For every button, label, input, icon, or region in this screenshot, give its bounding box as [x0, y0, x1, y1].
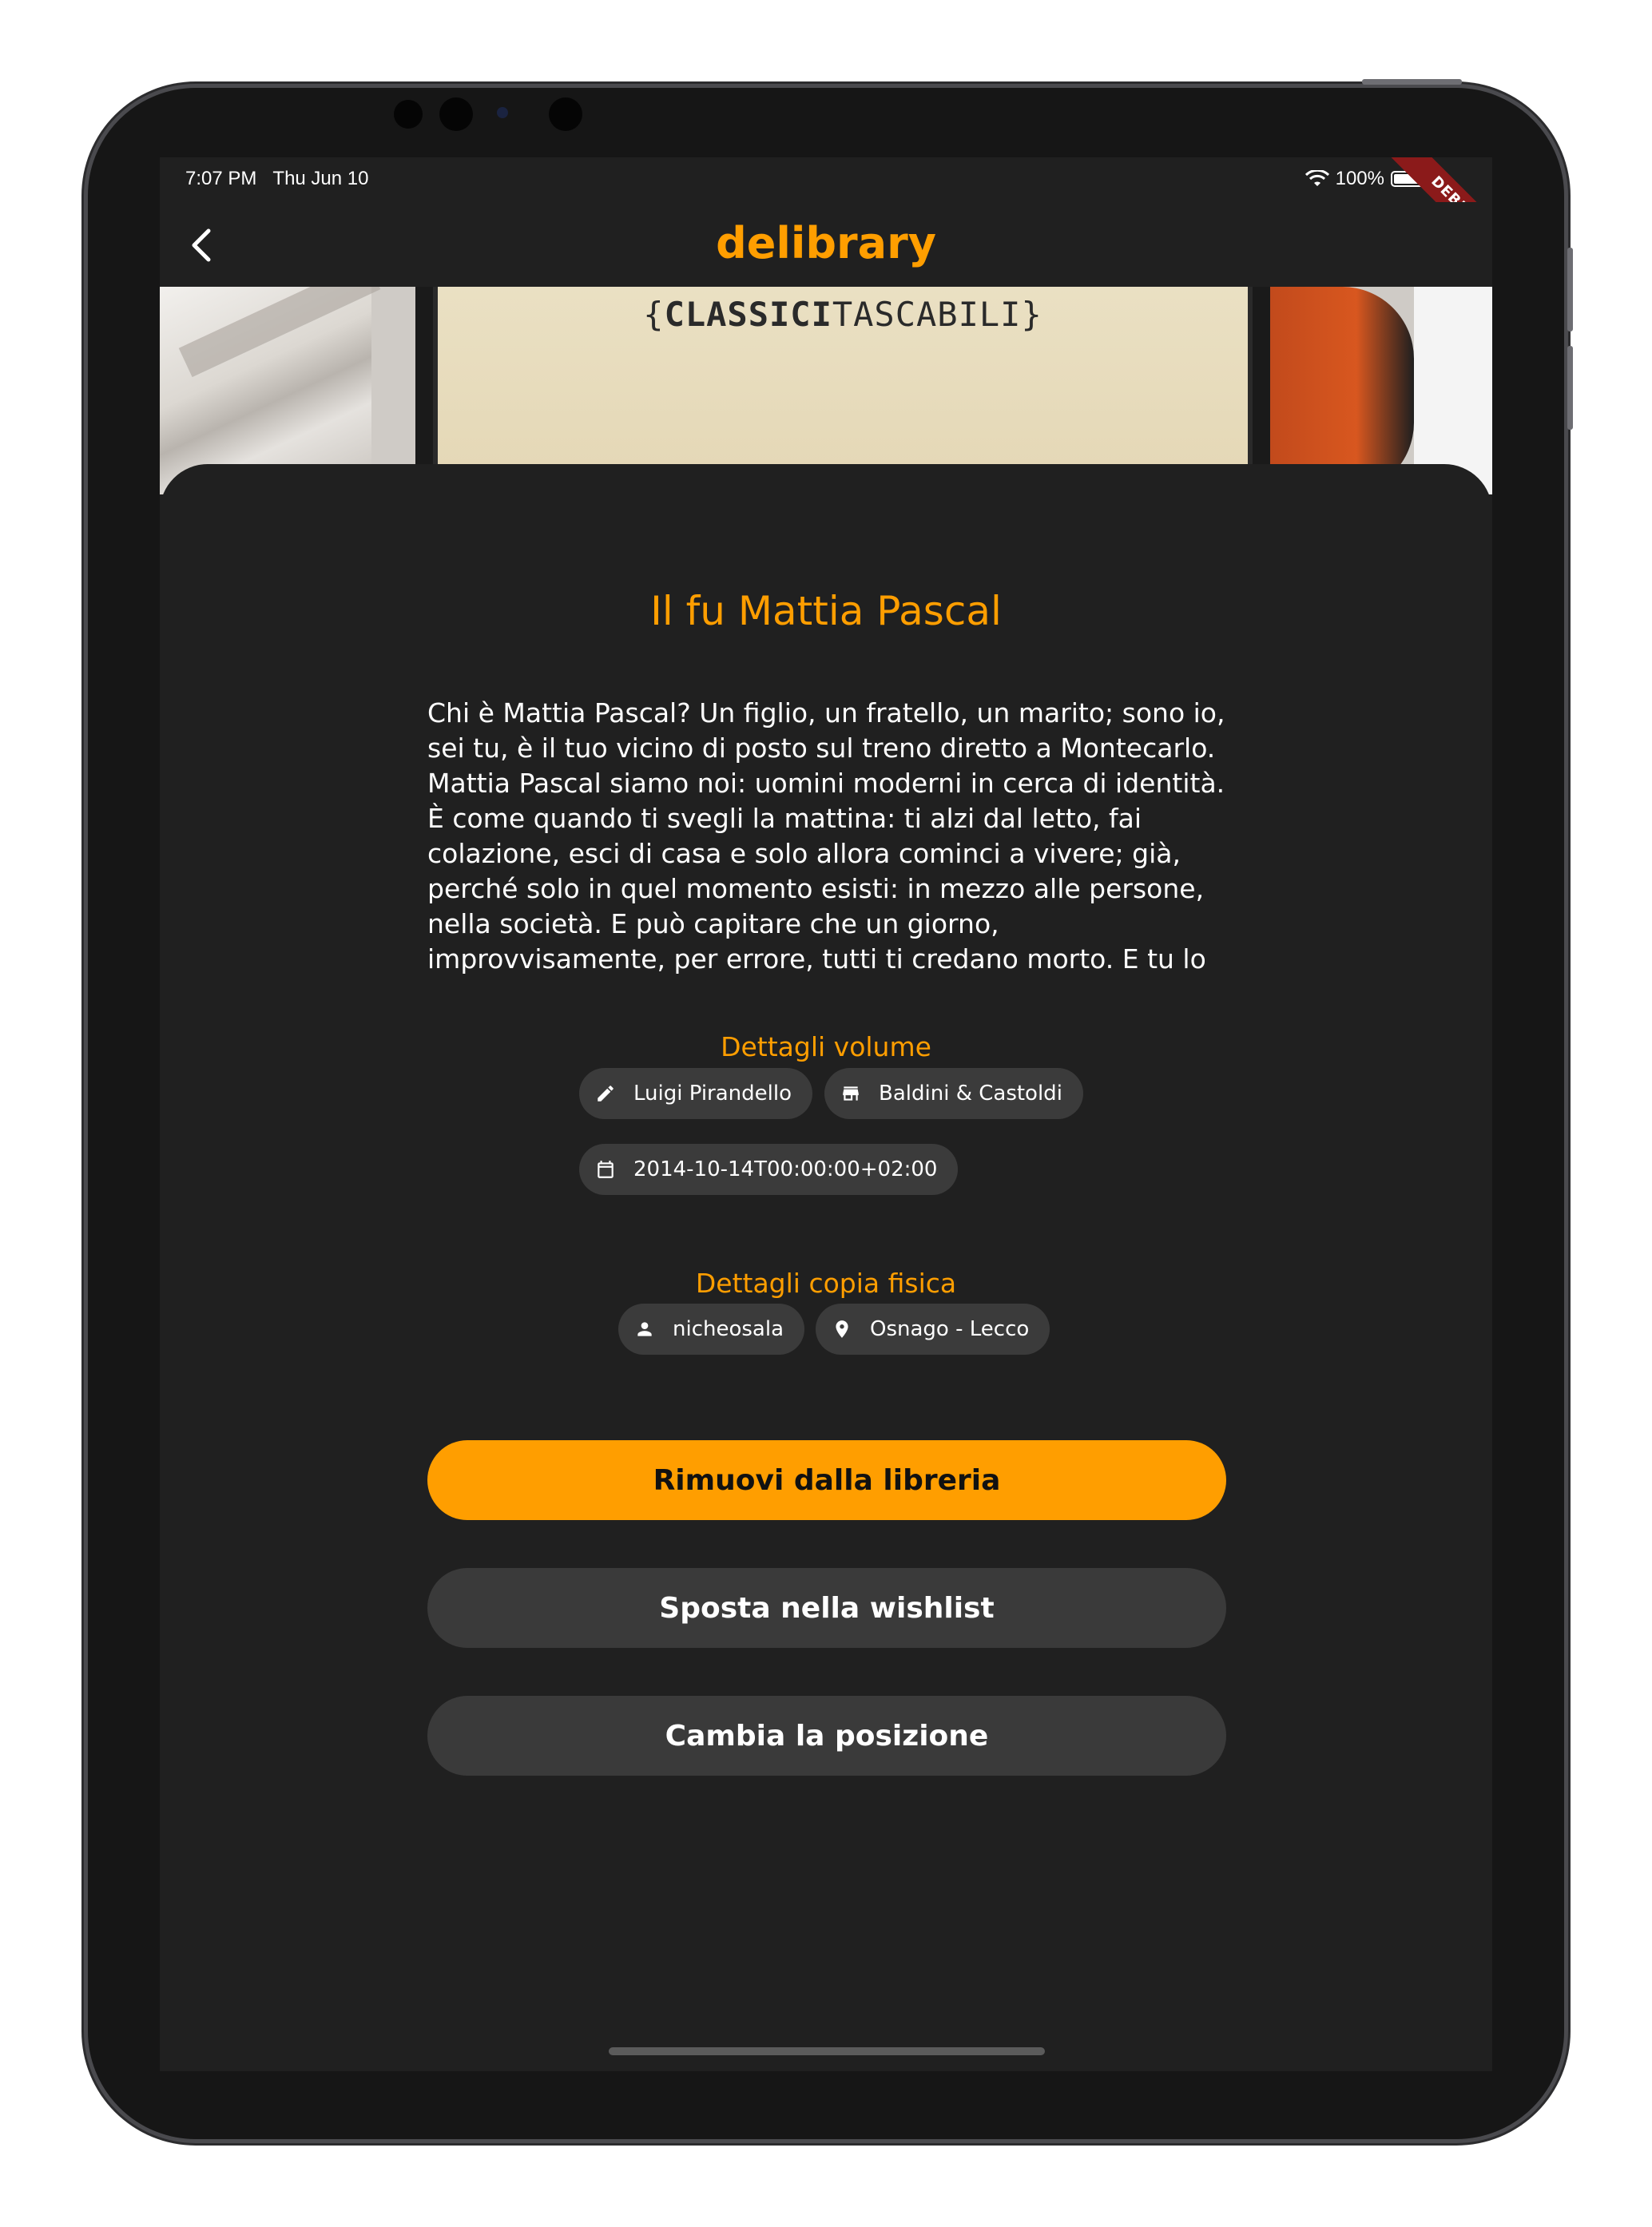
- cover-photo-right: [1270, 287, 1414, 494]
- publisher-chip: Baldini & Castoldi: [824, 1068, 1083, 1119]
- cover-paper: {CLASSICITASCABILI}: [433, 287, 1253, 494]
- volume-down-button: [1567, 346, 1573, 430]
- location-chip: Osnago - Lecco: [816, 1304, 1050, 1355]
- calendar-icon: [598, 1161, 614, 1178]
- volume-up-button: [1567, 248, 1573, 331]
- camera-lens: [549, 97, 582, 131]
- camera-lens: [394, 100, 423, 129]
- status-clock: 7:07 PM: [185, 168, 257, 189]
- camera-lens: [439, 97, 473, 131]
- camera-sensor: [497, 107, 508, 118]
- cover-series-logo: {CLASSICITASCABILI}: [643, 295, 1042, 334]
- change-position-button[interactable]: Cambia la posizione: [427, 1696, 1226, 1776]
- person-icon: [637, 1322, 652, 1336]
- book-details-sheet: Il fu Mattia Pascal Chi è Mattia Pascal?…: [160, 464, 1492, 2071]
- owner-chip: nicheosala: [618, 1304, 805, 1355]
- wifi-icon: [1305, 170, 1329, 186]
- author-chip: Luigi Pirandello: [579, 1068, 813, 1119]
- pencil-icon: [598, 1086, 614, 1102]
- status-bar: 7:07 PM Thu Jun 10 100% DEBUG: [160, 157, 1492, 264]
- top-button: [1362, 79, 1462, 85]
- publisher-name: Baldini & Castoldi: [879, 1082, 1062, 1106]
- book-description: Chi è Mattia Pascal? Un figlio, un frate…: [427, 697, 1225, 975]
- copy-details-title: Dettagli copia fisica: [695, 1268, 957, 1299]
- status-date: Thu Jun 10: [272, 168, 369, 189]
- battery-percent: 100%: [1335, 168, 1384, 189]
- app-screen: 7:07 PM Thu Jun 10 100% DEBUG delibrary: [160, 157, 1492, 2071]
- location-pin-icon: [836, 1320, 848, 1338]
- book-cover-image: {CLASSICITASCABILI}: [160, 287, 1492, 494]
- owner-name: nicheosala: [673, 1317, 784, 1341]
- cover-photo-edge: [1414, 287, 1492, 494]
- app-title: delibrary: [716, 218, 936, 268]
- volume-details-title: Dettagli volume: [721, 1031, 931, 1062]
- cover-photo-left: [160, 287, 371, 494]
- cover-book: {CLASSICITASCABILI}: [415, 287, 1270, 494]
- location-name: Osnago - Lecco: [870, 1317, 1030, 1341]
- remove-from-library-button[interactable]: Rimuovi dalla libreria: [427, 1440, 1226, 1520]
- status-time: 7:07 PM Thu Jun 10: [185, 168, 369, 190]
- move-to-wishlist-button[interactable]: Sposta nella wishlist: [427, 1568, 1226, 1648]
- store-icon: [843, 1086, 859, 1101]
- published-date-chip: 2014-10-14T00:00:00+02:00: [579, 1144, 959, 1195]
- home-indicator[interactable]: [609, 2047, 1045, 2055]
- author-name: Luigi Pirandello: [633, 1082, 792, 1106]
- book-title: Il fu Mattia Pascal: [650, 588, 1002, 634]
- app-bar: delibrary: [160, 202, 1492, 287]
- published-date: 2014-10-14T00:00:00+02:00: [633, 1157, 938, 1181]
